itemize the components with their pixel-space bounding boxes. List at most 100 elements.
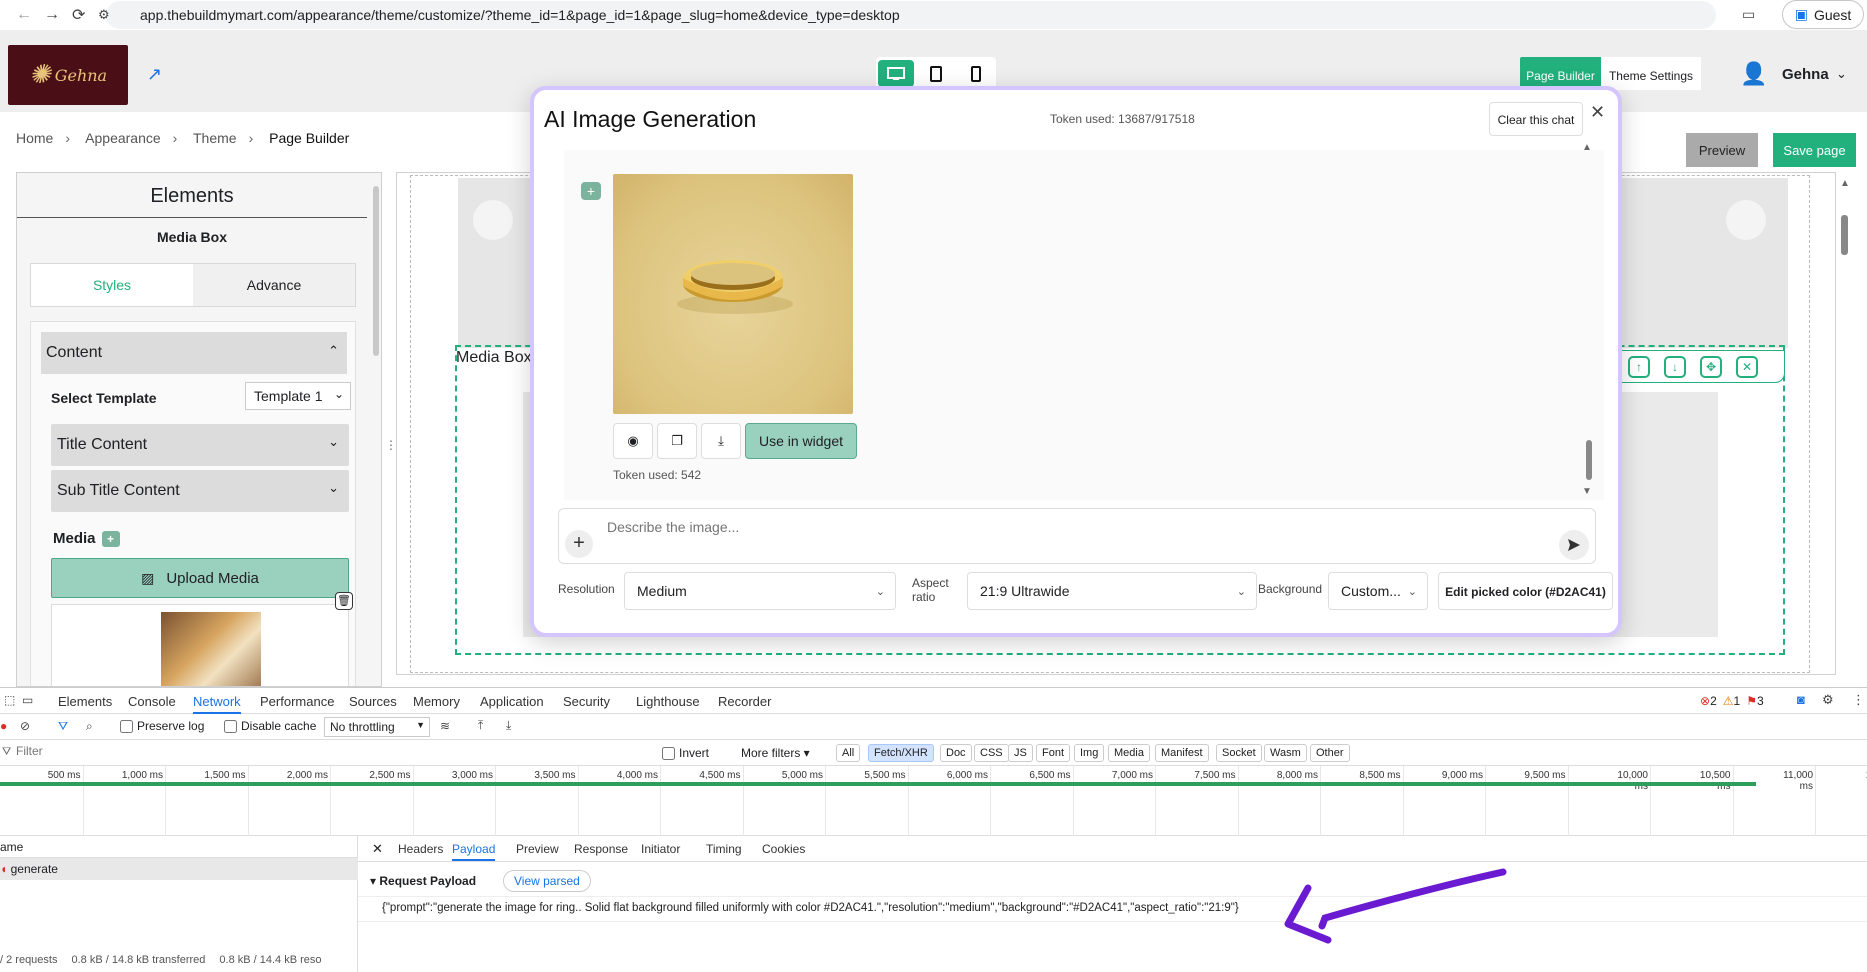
detail-tab-cookies[interactable]: Cookies — [762, 842, 805, 856]
view-image-button[interactable]: ◉ — [613, 423, 653, 459]
detail-tab-payload[interactable]: Payload — [452, 842, 496, 861]
import-har-icon[interactable]: ⤒ — [478, 718, 483, 733]
invert-checkbox[interactable]: Invert — [662, 746, 709, 760]
prompt-input[interactable] — [607, 519, 1507, 535]
edit-picked-color-button[interactable]: Edit picked color (#D2AC41) — [1438, 572, 1613, 610]
devtools-tab-lighthouse[interactable]: Lighthouse — [636, 694, 700, 709]
user-name[interactable]: Gehna — [1782, 66, 1829, 83]
filter-chip-css[interactable]: CSS — [974, 744, 1009, 762]
export-har-icon[interactable]: ⤓ — [506, 718, 511, 733]
slider-next-icon[interactable] — [1726, 200, 1766, 240]
breadcrumb-appearance[interactable]: Appearance — [85, 130, 161, 146]
send-button[interactable] — [1559, 530, 1589, 560]
panel-scrollbar[interactable] — [373, 186, 379, 356]
devtools-tab-performance[interactable]: Performance — [260, 694, 334, 709]
filter-chip-all[interactable]: All — [836, 744, 861, 762]
clear-chat-button[interactable]: Clear this chat — [1489, 102, 1583, 136]
more-filters-dropdown[interactable]: More filters ▾ — [741, 746, 810, 760]
filter-chip-fetch-xhr[interactable]: Fetch/XHR — [868, 744, 934, 762]
move-down-icon[interactable]: ↓ — [1664, 355, 1686, 378]
template-select[interactable]: Template 1 ⌄ — [245, 382, 351, 410]
devtools-tab-console[interactable]: Console — [128, 694, 176, 709]
canvas-scroll-up[interactable]: ▲ — [1840, 178, 1850, 189]
chat-scrollbar[interactable] — [1586, 440, 1592, 480]
detail-tab-response[interactable]: Response — [574, 842, 628, 856]
external-link-icon[interactable]: ↗ — [147, 64, 162, 85]
canvas-scrollbar[interactable] — [1841, 215, 1848, 255]
inspect-icon[interactable]: ⬚ — [4, 693, 15, 707]
filter-icon[interactable]: ⛛ — [58, 719, 68, 734]
site-info-icon[interactable]: ⚙ — [98, 7, 110, 23]
ai-generate-icon[interactable]: + — [101, 530, 120, 547]
devtools-tab-security[interactable]: Security — [563, 694, 610, 709]
remove-widget-icon[interactable]: ✕ — [1736, 355, 1758, 378]
chevron-down-icon[interactable]: ⌄ — [1836, 66, 1847, 82]
move-up-icon[interactable]: ↑ — [1628, 355, 1650, 378]
upload-media-button[interactable]: ▨ Upload Media — [51, 558, 349, 598]
network-conditions-icon[interactable]: ≋ — [440, 719, 450, 733]
filter-chip-manifest[interactable]: Manifest — [1155, 744, 1209, 762]
breadcrumb-theme[interactable]: Theme — [193, 130, 237, 146]
record-icon[interactable]: ● — [0, 719, 7, 733]
filter-chip-img[interactable]: Img — [1074, 744, 1105, 762]
more-options-icon[interactable]: ⋮ — [1852, 692, 1865, 708]
devtools-status[interactable]: ⊗ 2 ⚠ 1 ⚑ 3 — [1700, 694, 1764, 708]
preview-button[interactable]: Preview — [1686, 133, 1758, 167]
save-page-button[interactable]: Save page — [1773, 133, 1856, 167]
devtools-tab-application[interactable]: Application — [480, 694, 544, 709]
desktop-view-button[interactable] — [878, 60, 914, 87]
name-column-header[interactable]: ame — [0, 840, 23, 854]
view-parsed-button[interactable]: View parsed — [503, 870, 591, 892]
breadcrumb-home[interactable]: Home — [16, 130, 53, 146]
back-icon[interactable]: ← — [16, 6, 32, 24]
slider-prev-icon[interactable] — [473, 200, 513, 240]
settings-icon[interactable]: ⚙ — [1822, 692, 1834, 708]
use-in-widget-button[interactable]: Use in widget — [745, 423, 857, 459]
device-mode-icon[interactable]: ▭ — [22, 693, 33, 707]
clear-icon[interactable]: ⊘ — [20, 719, 30, 733]
add-attachment-button[interactable]: + — [565, 530, 593, 558]
ai-assist-icon[interactable]: ◙ — [1797, 692, 1805, 707]
devtools-tab-elements[interactable]: Elements — [58, 694, 112, 709]
tab-advance[interactable]: Advance — [193, 264, 355, 306]
copy-image-button[interactable]: ❐ — [657, 423, 697, 459]
tab-theme-settings[interactable]: Theme Settings — [1601, 57, 1701, 90]
content-accordion-header[interactable]: Content ⌃ — [41, 332, 347, 374]
detail-tab-initiator[interactable]: Initiator — [641, 842, 680, 856]
tab-styles[interactable]: Styles — [31, 264, 193, 306]
devtools-tab-network[interactable]: Network — [193, 694, 241, 714]
devtools-tab-recorder[interactable]: Recorder — [718, 694, 771, 709]
sub-title-content-accordion[interactable]: Sub Title Content ⌄ — [51, 470, 349, 512]
background-select[interactable]: Custom... ⌄ — [1328, 572, 1428, 610]
close-detail-icon[interactable]: ✕ — [372, 841, 383, 857]
filter-chip-socket[interactable]: Socket — [1216, 744, 1262, 762]
tab-search-icon[interactable]: ▭ — [1742, 6, 1755, 23]
search-icon[interactable]: ⌕ — [86, 719, 93, 734]
delete-icon[interactable]: 🗑 — [335, 592, 353, 610]
request-row-generate[interactable]: ◖ generate — [0, 858, 358, 880]
filter-chip-doc[interactable]: Doc — [940, 744, 972, 762]
title-content-accordion[interactable]: Title Content ⌄ — [51, 424, 349, 466]
throttling-select[interactable]: No throttling ▼ — [324, 717, 430, 737]
detail-tab-headers[interactable]: Headers — [398, 842, 443, 856]
filter-chip-other[interactable]: Other — [1310, 744, 1350, 762]
filter-chip-font[interactable]: Font — [1036, 744, 1071, 762]
request-payload-toggle[interactable]: ▾ Request Payload — [370, 874, 476, 888]
devtools-tab-memory[interactable]: Memory — [413, 694, 460, 709]
close-icon[interactable]: ✕ — [1590, 102, 1605, 123]
filter-chip-wasm[interactable]: Wasm — [1264, 744, 1307, 762]
mobile-view-button[interactable] — [958, 60, 994, 87]
download-image-button[interactable]: ⤓ — [701, 423, 741, 459]
filter-chip-media[interactable]: Media — [1108, 744, 1150, 762]
user-avatar-icon[interactable]: 👤 — [1740, 61, 1767, 87]
drag-icon[interactable]: ✥ — [1700, 355, 1722, 378]
detail-tab-timing[interactable]: Timing — [706, 842, 742, 856]
profile-button[interactable]: ▣ Guest — [1782, 0, 1864, 29]
network-filter-input[interactable] — [16, 744, 646, 758]
tablet-view-button[interactable] — [918, 60, 954, 87]
chat-scroll-down[interactable]: ▼ — [1582, 486, 1592, 497]
forward-icon[interactable]: → — [44, 6, 60, 24]
filter-chip-js[interactable]: JS — [1008, 744, 1033, 762]
preserve-log-checkbox[interactable]: Preserve log — [120, 719, 204, 733]
detail-tab-preview[interactable]: Preview — [516, 842, 559, 856]
